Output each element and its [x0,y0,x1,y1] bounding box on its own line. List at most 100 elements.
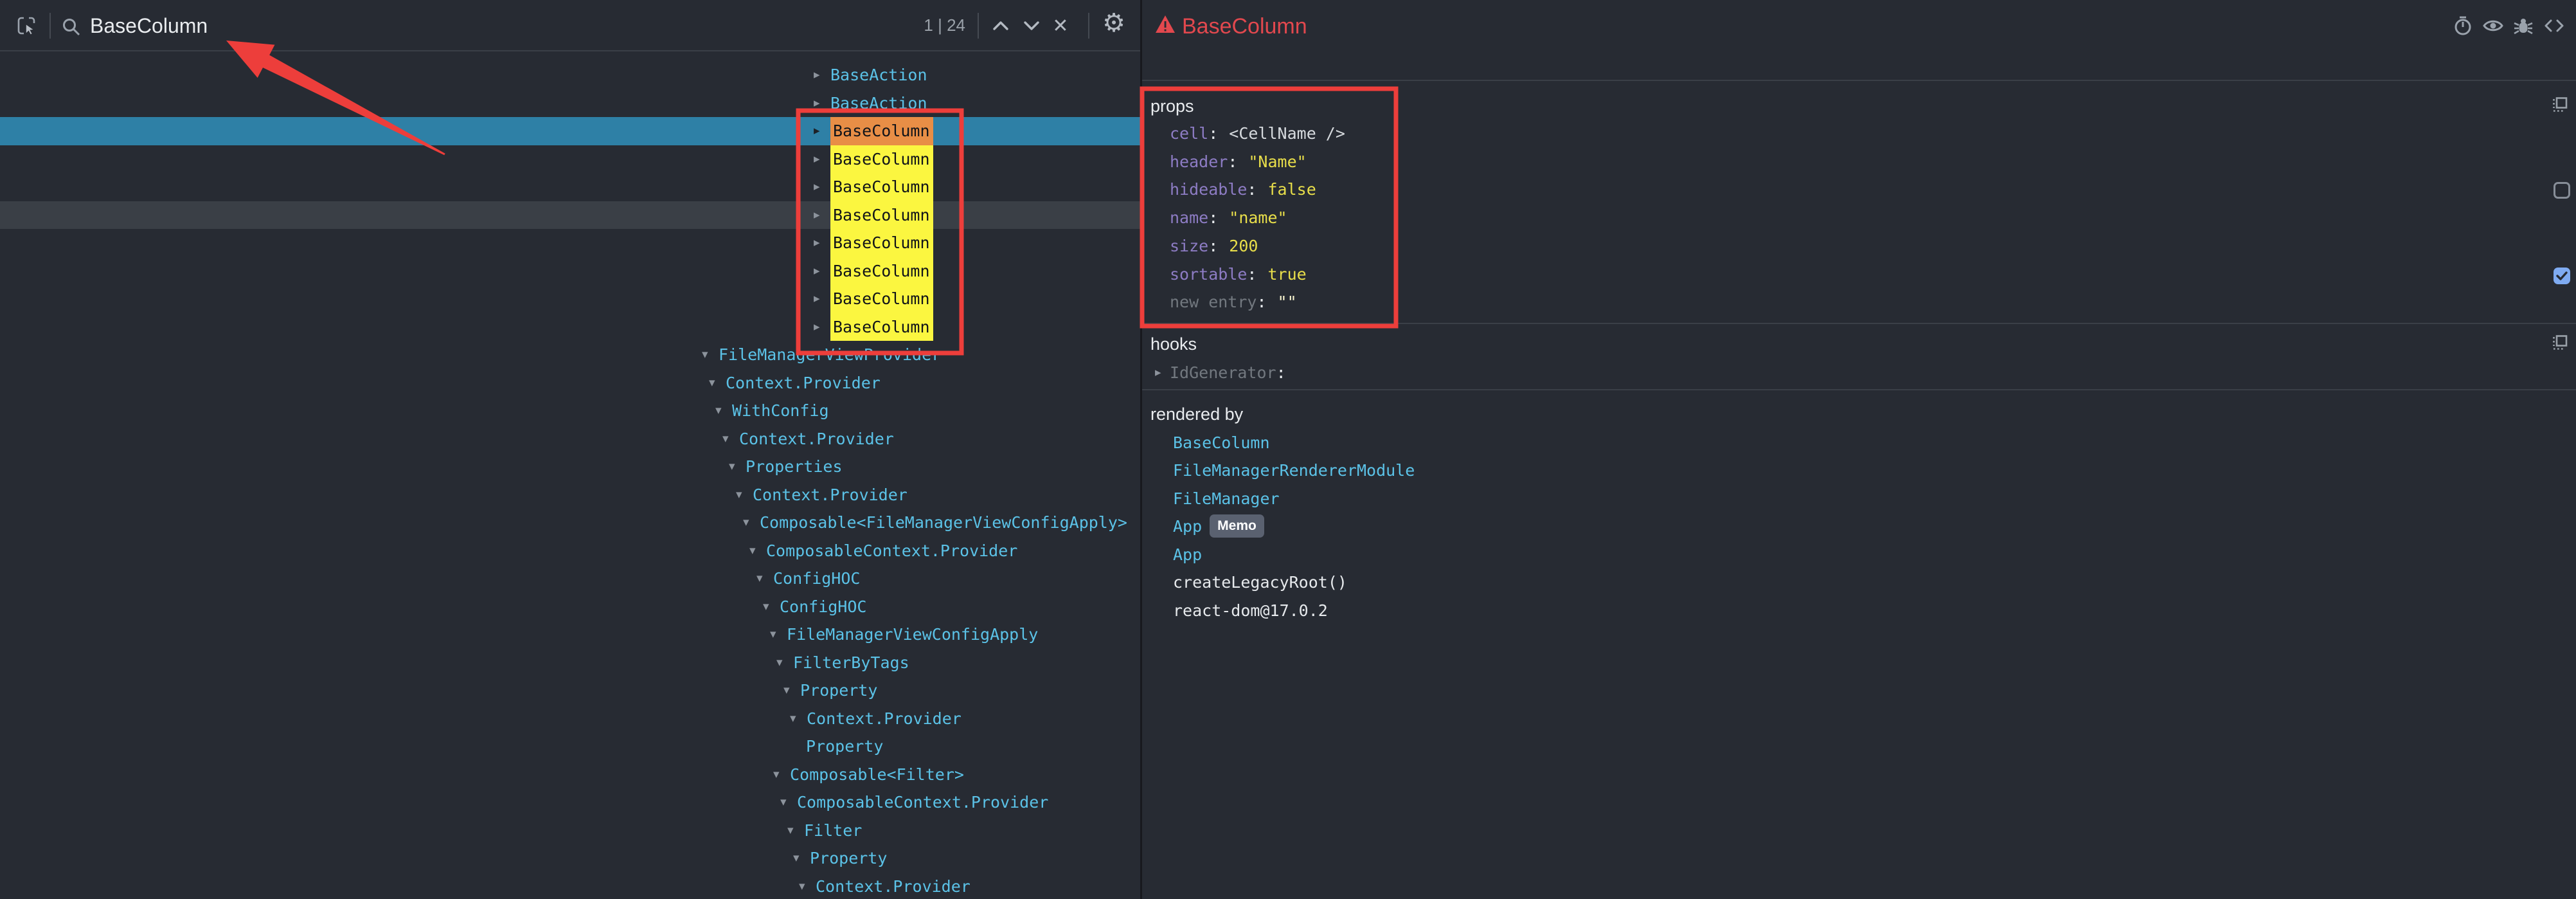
copy-hooks-icon[interactable] [2552,334,2568,351]
caret-collapsed-icon[interactable]: ▸ [814,61,830,89]
prop-value[interactable]: "name" [1229,208,1287,227]
prop-row-size[interactable]: size:200 [1170,232,1258,260]
caret-expanded-icon[interactable]: ▾ [756,565,773,593]
tree-row-withconfig[interactable]: ▾WithConfig [0,397,1140,425]
caret-collapsed-icon[interactable]: ▸ [814,229,830,257]
rendered-by-item-filemanager[interactable]: FileManager [1173,485,1280,513]
caret-expanded-icon[interactable]: ▾ [709,369,726,397]
view-source-code-icon[interactable] [2544,15,2564,36]
caret-collapsed-icon[interactable]: ▸ [814,257,830,286]
component-name: BaseColumn [830,173,933,201]
caret-expanded-icon[interactable]: ▾ [749,537,766,565]
rendered-by-item-app[interactable]: AppMemo [1173,513,1264,541]
caret-collapsed-icon[interactable]: ▸ [814,89,830,118]
next-result-button[interactable] [1020,14,1043,37]
prop-value[interactable]: true [1267,265,1306,284]
hideable-checkbox-unchecked[interactable] [2554,182,2570,199]
tree-row-basecolumn[interactable]: ▸BaseColumn [0,145,1140,174]
caret-expanded-icon[interactable]: ▾ [780,788,797,817]
caret-expanded-icon[interactable]: ▾ [715,397,732,425]
inspect-dom-eye-icon[interactable] [2483,15,2503,36]
tree-row-basecolumn[interactable]: ▸BaseColumn [0,229,1140,257]
rendered-by-item-app[interactable]: App [1173,541,1202,569]
tree-row-baseaction[interactable]: ▸BaseAction [0,89,1140,118]
caret-collapsed-icon[interactable]: ▸ [814,313,830,341]
tree-row-basecolumn[interactable]: ▸BaseColumn [0,173,1140,201]
caret-expanded-icon[interactable]: ▾ [736,481,753,509]
tree-row-context-provider[interactable]: ▾Context.Provider [0,705,1140,733]
rendered-by-item-filemanagerrenderermodule[interactable]: FileManagerRendererModule [1173,457,1415,485]
prop-value[interactable]: false [1267,180,1316,199]
caret-expanded-icon[interactable]: ▾ [776,649,793,677]
prop-row-sortable[interactable]: sortable:true [1170,260,1307,289]
caret-expanded-icon[interactable]: ▾ [770,621,787,649]
tree-row-context-provider[interactable]: ▾Context.Provider [0,425,1140,453]
tree-row-context-provider[interactable]: ▾Context.Provider [0,369,1140,397]
prop-row-name[interactable]: name:"name" [1170,204,1287,232]
caret-expanded-icon[interactable]: ▾ [743,509,760,537]
caret-expanded-icon[interactable]: ▾ [790,705,807,733]
tree-row-basecolumn[interactable]: ▸BaseColumn [0,117,1140,145]
hook-collapse-caret[interactable]: ▸ [1155,359,1161,387]
inspect-element-icon[interactable] [16,15,37,36]
tree-row-filemanagerviewconfigapply[interactable]: ▾FileManagerViewConfigApply [0,621,1140,649]
tree-row-filter[interactable]: ▾Filter [0,817,1140,845]
rendered-by-item-basecolumn[interactable]: BaseColumn [1173,429,1270,457]
search-input[interactable] [90,9,848,42]
caret-expanded-icon[interactable]: ▾ [722,425,739,453]
caret-collapsed-icon[interactable]: ▸ [814,117,830,145]
tree-row-property[interactable]: ▸Property [0,732,1140,761]
clear-search-button[interactable]: ✕ [1049,14,1072,37]
tree-row-properties[interactable]: ▾Properties [0,453,1140,481]
caret-expanded-icon[interactable]: ▾ [799,873,816,899]
tree-row-composablecontext-provider[interactable]: ▾ComposableContext.Provider [0,788,1140,817]
caret-expanded-icon[interactable]: ▾ [793,844,810,873]
caret-expanded-icon[interactable]: ▾ [787,817,804,845]
tree-row-confighoc[interactable]: ▾ConfigHOC [0,593,1140,621]
component-name: FileManagerViewProvider [719,345,941,364]
caret-expanded-icon[interactable]: ▾ [702,341,719,369]
tree-row-filterbytags[interactable]: ▾FilterByTags [0,649,1140,677]
tree-row-context-provider[interactable]: ▾Context.Provider [0,481,1140,509]
tree-row-property[interactable]: ▾Property [0,844,1140,873]
caret-expanded-icon[interactable]: ▾ [729,453,746,481]
caret-collapsed-icon[interactable]: ▸ [814,285,830,313]
caret-collapsed-icon[interactable]: ▸ [814,201,830,230]
tree-row-context-provider[interactable]: ▾Context.Provider [0,873,1140,899]
prop-value[interactable]: "" [1278,293,1297,311]
tree-row-filemanagerviewprovider[interactable]: ▾FileManagerViewProvider [0,341,1140,369]
suspense-timer-icon[interactable] [2453,15,2473,36]
tree-row-basecolumn[interactable]: ▸BaseColumn [0,201,1140,230]
tree-row-composable-filemanagerviewconfigapply-[interactable]: ▾Composable<FileManagerViewConfigApply> [0,509,1140,537]
sortable-checkbox-checked[interactable] [2554,268,2570,284]
caret-expanded-icon[interactable]: ▾ [763,593,780,621]
prop-row-hideable[interactable]: hideable:false [1170,176,1316,204]
prop-row-header[interactable]: header:"Name" [1170,148,1307,176]
tree-row-composable-filter-[interactable]: ▾Composable<Filter> [0,761,1140,789]
prop-colon: : [1247,180,1257,199]
tree-row-composablecontext-provider[interactable]: ▾ComposableContext.Provider [0,537,1140,565]
toolbar-divider [49,13,51,39]
caret-expanded-icon[interactable]: ▾ [773,761,790,789]
tree-row-baseaction[interactable]: ▸BaseAction [0,61,1140,89]
prop-row-cell[interactable]: cell:<CellName /> [1170,120,1345,148]
prop-value[interactable]: <CellName /> [1229,124,1345,143]
copy-props-icon[interactable] [2552,96,2568,113]
caret-collapsed-icon[interactable]: ▸ [814,145,830,174]
memo-badge: Memo [1210,514,1264,538]
settings-gear-icon[interactable]: ⚙ [1102,12,1125,35]
tree-row-basecolumn[interactable]: ▸BaseColumn [0,313,1140,341]
tree-row-property[interactable]: ▾Property [0,677,1140,705]
prop-colon: : [1208,237,1218,255]
log-to-console-bug-icon[interactable] [2513,15,2534,36]
prop-value[interactable]: 200 [1229,237,1258,255]
hook-row[interactable]: IdGenerator: [1170,359,1286,387]
tree-row-basecolumn[interactable]: ▸BaseColumn [0,285,1140,313]
caret-collapsed-icon[interactable]: ▸ [814,173,830,201]
prop-value[interactable]: "Name" [1248,152,1306,171]
prop-row-new-entry[interactable]: new entry:"" [1170,288,1297,316]
caret-expanded-icon[interactable]: ▾ [783,677,800,705]
tree-row-confighoc[interactable]: ▾ConfigHOC [0,565,1140,593]
previous-result-button[interactable] [989,14,1012,37]
tree-row-basecolumn[interactable]: ▸BaseColumn [0,257,1140,286]
